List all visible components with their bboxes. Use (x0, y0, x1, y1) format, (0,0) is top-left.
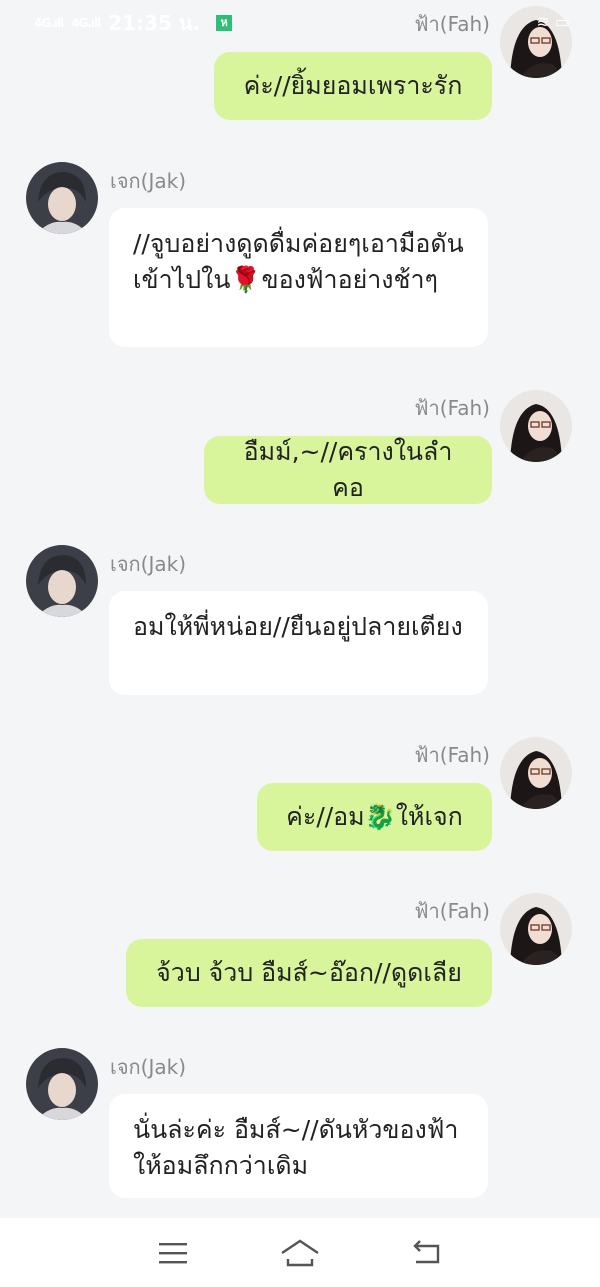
sender-name: ฟ้า(Fah) (414, 899, 490, 923)
message-bubble[interactable]: จ้วบ จ้วบ อืมส์~อ๊อก//ดูดเลีย (126, 939, 492, 1007)
status-bar: 4G.ıll 4G.ıll 21:35 น. ห (0, 0, 600, 46)
avatar-jak[interactable] (26, 545, 98, 617)
avatar-fah[interactable] (500, 737, 572, 809)
menu-icon[interactable] (153, 1233, 193, 1273)
message-bubble[interactable]: นั่นล่ะค่ะ อืมส์~//ดันหัวของฟ้าให้อมลึกก… (109, 1094, 488, 1198)
sender-name: ฟ้า(Fah) (414, 743, 490, 767)
message-bubble[interactable]: ค่ะ//ยิ้มยอมเพราะรัก (214, 52, 492, 120)
message-bubble[interactable]: อมให้พี่หน่อย//ยืนอยู่ปลายเตียง (109, 591, 488, 695)
chat-area[interactable]: ฟ้า(Fah) ค่ะ//ยิ้มยอมเพราะรัก เจก(Jak) /… (0, 0, 600, 1218)
sender-name: เจก(Jak) (110, 169, 187, 193)
avatar-fah[interactable] (500, 893, 572, 965)
sender-name: ฟ้า(Fah) (414, 396, 490, 420)
status-icons-right: ≋ ▭ (536, 12, 570, 31)
signal-icon: 4G.ıll (71, 16, 101, 30)
avatar-jak[interactable] (26, 1048, 98, 1120)
signal-icon: 4G.ıll (34, 16, 64, 30)
status-time: 21:35 น. (108, 11, 201, 35)
sender-name: เจก(Jak) (110, 552, 187, 576)
avatar-fah[interactable] (500, 390, 572, 462)
back-icon[interactable] (407, 1233, 447, 1273)
message-bubble[interactable]: ค่ะ//อม🐉ให้เจก (257, 783, 492, 851)
message-bubble[interactable]: อืมม์,~//ครางในลำคอ (204, 436, 492, 504)
home-icon[interactable] (280, 1233, 320, 1273)
message-bubble[interactable]: //จูบอย่างดูดดื่มค่อยๆเอามือดันเข้าไปใน🌹… (109, 208, 488, 347)
app-notification-icon: ห (216, 15, 233, 31)
wifi-battery-icon: ≋ ▭ (536, 12, 570, 31)
sender-name: เจก(Jak) (110, 1055, 187, 1079)
avatar-jak[interactable] (26, 162, 98, 234)
system-nav-bar (0, 1218, 600, 1287)
